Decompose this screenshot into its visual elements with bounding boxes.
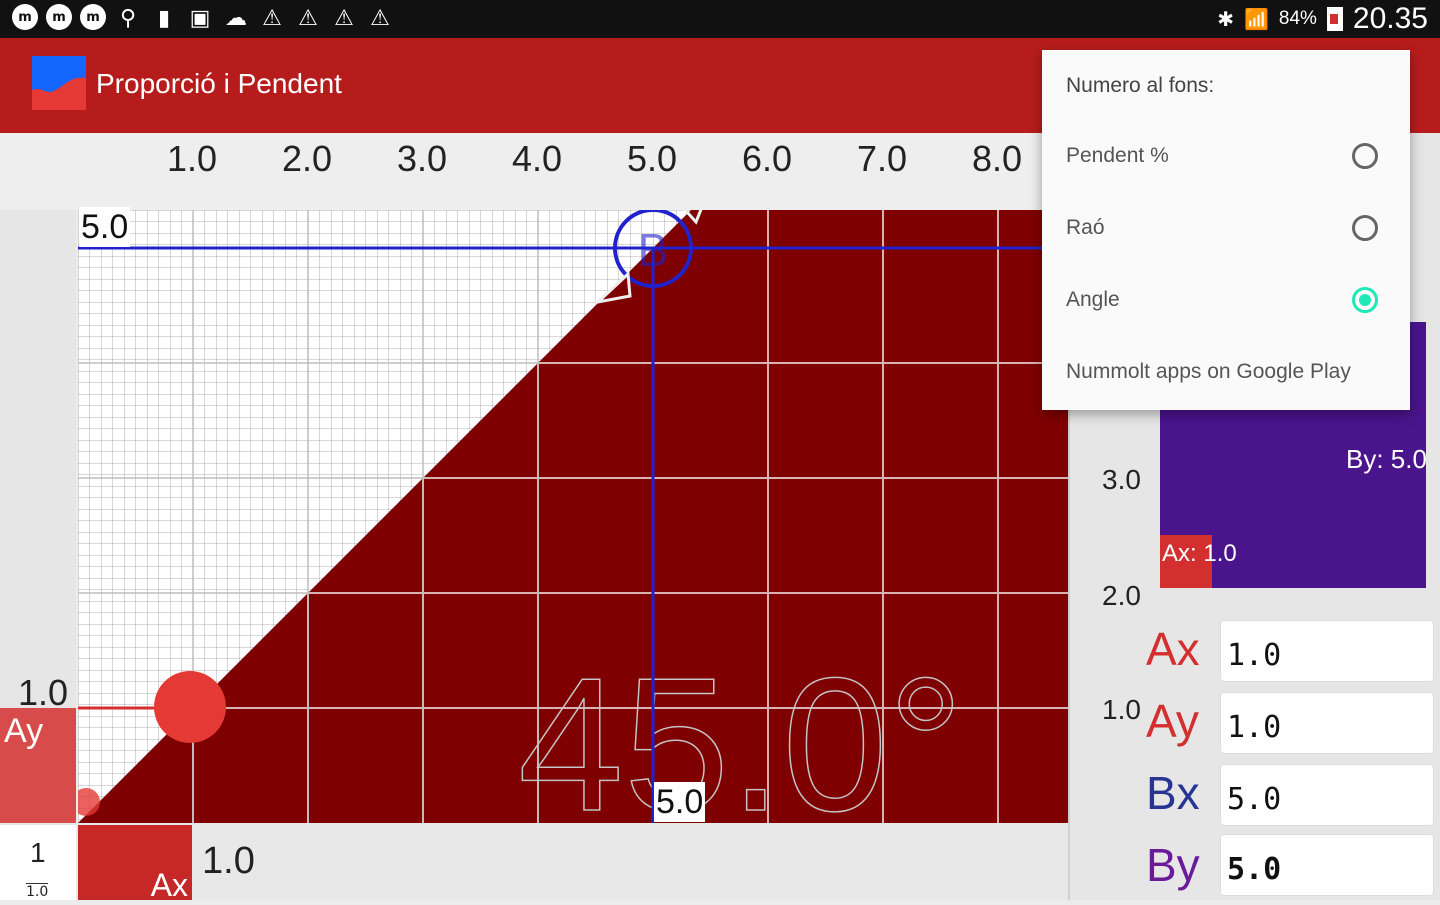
top-ruler-tick: 1.0 bbox=[166, 138, 218, 179]
radio-unchecked-icon[interactable] bbox=[1352, 215, 1378, 241]
warning-icon: ⚠ bbox=[298, 5, 318, 31]
wifi-icon: 📶 bbox=[1243, 7, 1269, 31]
status-bar: m m m ⚲ ▮ ▣ ☁ ⚠ ⚠ ⚠ ⚠ ✱ 📶 84% 20.35 bbox=[0, 0, 1440, 38]
top-ruler-tick: 2.0 bbox=[281, 138, 333, 179]
app-notification-icon: m bbox=[80, 4, 106, 30]
notification-icons: m m m ⚲ ▮ ▣ ☁ ⚠ ⚠ ⚠ ⚠ bbox=[12, 4, 394, 32]
background-number: 45.0° bbox=[518, 639, 964, 823]
status-right: ✱ 📶 84% 20.35 bbox=[1217, 2, 1428, 36]
app-logo-icon[interactable] bbox=[32, 56, 86, 110]
mini-chart-by-label: By: 5.0 bbox=[1346, 444, 1427, 474]
top-ruler bbox=[78, 133, 1068, 210]
ay-handle[interactable]: Ay bbox=[0, 708, 76, 823]
ratio-denominator: 1.0 bbox=[26, 883, 49, 900]
app-title: Proporció i Pendent bbox=[96, 68, 342, 99]
ax-input[interactable]: 1.0 bbox=[1220, 620, 1434, 682]
top-ruler-tick: 4.0 bbox=[511, 138, 563, 179]
y-marker-label: 5.0 bbox=[79, 207, 131, 247]
menu-item-pendent[interactable]: Pendent % bbox=[1042, 122, 1410, 194]
bluetooth-icon: ✱ bbox=[1217, 7, 1234, 31]
battery-icon bbox=[1326, 7, 1343, 31]
menu-item-label: Angle bbox=[1066, 288, 1120, 311]
menu-header: Numero al fons: bbox=[1066, 74, 1215, 97]
menu-item-label: Pendent % bbox=[1066, 144, 1169, 167]
bx-input[interactable]: 5.0 bbox=[1220, 764, 1434, 826]
warning-icon: ⚠ bbox=[262, 5, 282, 31]
ay-label: Ay bbox=[4, 712, 44, 750]
panel-tick: 1.0 bbox=[1102, 694, 1141, 725]
bx-field-label: Bx bbox=[1146, 767, 1200, 819]
panel-tick: 3.0 bbox=[1102, 464, 1141, 495]
image-icon: ▣ bbox=[189, 5, 211, 31]
clock: 20.35 bbox=[1352, 2, 1428, 35]
menu-item-google-play[interactable]: Nummolt apps on Google Play bbox=[1042, 338, 1410, 410]
top-ruler-tick: 7.0 bbox=[856, 138, 908, 179]
usb-icon: ⚲ bbox=[119, 5, 137, 31]
bottom-ruler-value: 1.0 bbox=[202, 840, 255, 882]
top-ruler-tick: 3.0 bbox=[396, 138, 448, 179]
top-ruler-tick: 6.0 bbox=[741, 138, 793, 179]
ratio-numerator: 1 bbox=[30, 837, 46, 868]
warning-icon: ⚠ bbox=[370, 5, 390, 31]
background-number-menu: Numero al fons: Pendent % Raó Angle Numm… bbox=[1042, 50, 1410, 410]
by-input[interactable]: 5.0 bbox=[1220, 834, 1434, 896]
warning-icon: ⚠ bbox=[334, 5, 354, 31]
x-marker-label: 5.0 bbox=[654, 782, 706, 822]
top-ruler-tick: 8.0 bbox=[971, 138, 1023, 179]
point-a-handle bbox=[154, 671, 226, 743]
ay-input[interactable]: 1.0 bbox=[1220, 692, 1434, 754]
app-notification-icon: m bbox=[12, 4, 38, 30]
by-field-label: By bbox=[1146, 839, 1200, 891]
ratio-display: 1 1.0 bbox=[0, 825, 76, 900]
ax-handle[interactable]: Ax bbox=[78, 825, 192, 903]
menu-item-label: Nummolt apps on Google Play bbox=[1066, 360, 1351, 383]
keyhole-icon: ▮ bbox=[157, 5, 171, 31]
panel-tick: 2.0 bbox=[1102, 580, 1141, 611]
menu-item-rao[interactable]: Raó bbox=[1042, 194, 1410, 266]
point-b-label: B bbox=[638, 224, 669, 276]
ax-label: Ax bbox=[150, 867, 188, 903]
battery-percent: 84% bbox=[1278, 8, 1317, 29]
cloud-icon: ☁ bbox=[225, 5, 247, 31]
menu-item-angle[interactable]: Angle bbox=[1042, 266, 1410, 338]
graph-canvas[interactable]: 45.0° B bbox=[78, 210, 1068, 823]
ruler-corner bbox=[0, 133, 79, 210]
top-ruler-tick: 5.0 bbox=[626, 138, 678, 179]
radio-checked-icon[interactable] bbox=[1352, 287, 1378, 313]
radio-unchecked-icon[interactable] bbox=[1352, 143, 1378, 169]
mini-chart-ax-label: Ax: 1.0 bbox=[1162, 540, 1237, 567]
ay-field-label: Ay bbox=[1146, 695, 1199, 747]
ax-field-label: Ax bbox=[1146, 623, 1200, 675]
app-notification-icon: m bbox=[46, 4, 72, 30]
menu-item-label: Raó bbox=[1066, 216, 1105, 239]
